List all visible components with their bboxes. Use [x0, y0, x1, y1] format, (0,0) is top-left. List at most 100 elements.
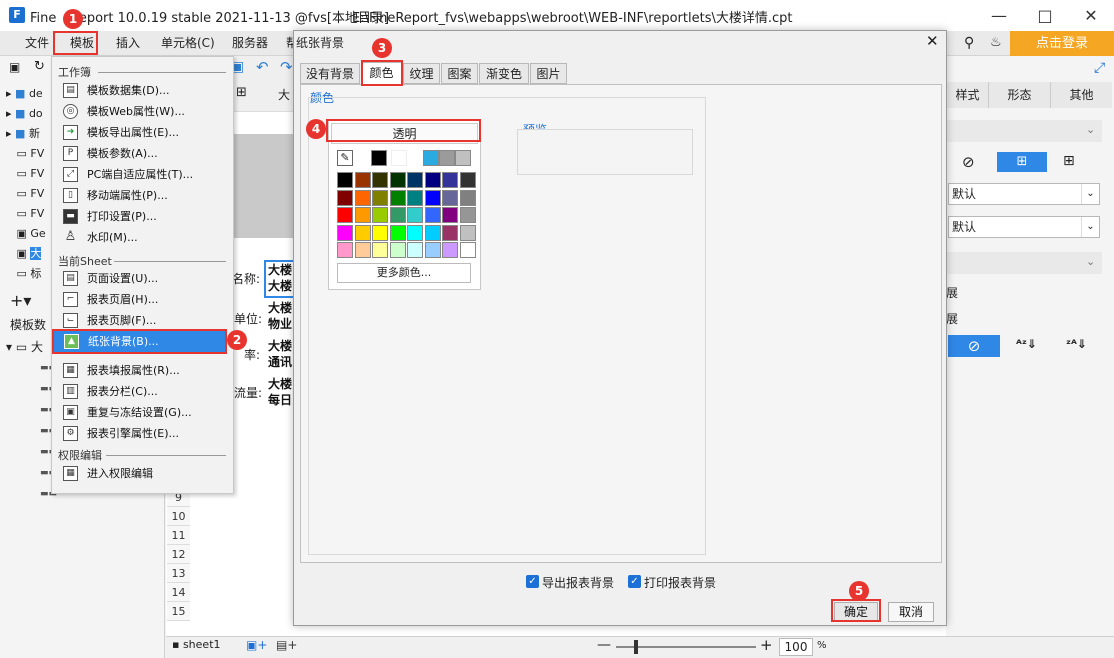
row-number[interactable]: 11 — [167, 526, 190, 545]
dataset-root[interactable]: ▾ ▭ 大 — [6, 338, 43, 355]
no-sort-icon[interactable]: ⊘ — [948, 335, 1000, 357]
color-swatch[interactable] — [354, 242, 371, 258]
color-swatch[interactable] — [372, 207, 388, 223]
color-swatch[interactable] — [389, 207, 406, 223]
zoom-slider-thumb[interactable] — [634, 640, 638, 654]
chevron-down-icon[interactable]: ⌄ — [1086, 255, 1095, 268]
menu-server[interactable]: 服务器 — [232, 31, 268, 56]
align-select[interactable]: 默认 ⌄ — [948, 216, 1100, 238]
menu-insert[interactable]: 插入 — [116, 31, 140, 56]
color-swatch[interactable] — [442, 207, 458, 223]
menu-item-freeze[interactable]: ▣ 重复与冻结设置(G)... — [52, 402, 233, 423]
minimize-button[interactable]: — — [976, 0, 1022, 31]
color-swatch[interactable] — [389, 189, 406, 206]
sort-asc-icon[interactable]: ᴬᶻ⇓ — [1016, 337, 1037, 351]
menu-item-footer[interactable]: ⌙ 报表页脚(F)... — [52, 310, 233, 331]
menu-item-columns[interactable]: ▥ 报表分栏(C)... — [52, 381, 233, 402]
menu-item-fill-attr[interactable]: ▦ 报表填报属性(R)... — [52, 360, 233, 381]
sheet-cell[interactable]: 大楼 通讯 — [268, 338, 292, 370]
undo-icon[interactable]: ↶ — [256, 58, 269, 76]
tree-item[interactable]: ▸ ■ de ▸ ■ do ▸ ■ 新 ▭ FV ▭ FV ▭ FV ▭ FV … — [6, 84, 46, 284]
color-swatch[interactable] — [407, 224, 423, 241]
style-select[interactable]: 默认 ⌄ — [948, 183, 1100, 205]
color-swatch[interactable] — [459, 207, 476, 223]
color-swatch[interactable] — [424, 242, 441, 258]
color-swatch[interactable] — [354, 207, 371, 223]
color-swatch[interactable] — [459, 224, 476, 241]
color-swatch[interactable] — [389, 242, 406, 258]
row-number[interactable]: 10 — [167, 507, 190, 526]
collapse-icon[interactable]: ⤢ — [1094, 60, 1105, 76]
menu-cell[interactable]: 单元格(C) — [161, 31, 215, 56]
color-swatch[interactable] — [459, 242, 476, 258]
dialog-close-icon[interactable]: ✕ — [926, 32, 939, 50]
export-bg-checkbox[interactable]: ✓ — [526, 575, 539, 588]
new-file-icon[interactable]: ▣ — [9, 60, 20, 74]
add-sheet-icon[interactable]: ▣+ — [246, 638, 267, 652]
add-sheet2-icon[interactable]: ▤+ — [276, 638, 297, 652]
tab-form[interactable]: 形态 — [988, 82, 1050, 108]
tab-other[interactable]: 其他 — [1050, 82, 1112, 108]
color-swatch[interactable] — [372, 224, 388, 241]
recent-color-swatch[interactable] — [439, 150, 455, 166]
color-swatch[interactable] — [442, 172, 458, 188]
color-swatch[interactable] — [424, 224, 441, 241]
search-icon[interactable]: ⚲ — [964, 35, 974, 51]
maximize-button[interactable]: □ — [1022, 0, 1068, 31]
color-swatch[interactable] — [337, 172, 353, 188]
add-dataset-icon[interactable]: +▾ — [10, 291, 31, 310]
cancel-button[interactable]: 取消 — [888, 602, 934, 622]
color-swatch[interactable] — [372, 172, 388, 188]
menu-file[interactable]: 文件 — [25, 31, 49, 56]
color-swatch[interactable] — [372, 189, 388, 206]
menu-item-export[interactable]: ➜ 模板导出属性(E)... — [52, 122, 233, 143]
menu-item-print[interactable]: ▬ 打印设置(P)... — [52, 206, 233, 227]
color-swatch[interactable] — [407, 207, 423, 223]
color-swatch[interactable] — [337, 189, 353, 206]
color-swatch[interactable] — [389, 224, 406, 241]
color-swatch[interactable] — [354, 224, 371, 241]
row-number[interactable]: 13 — [167, 564, 190, 583]
sheet-tab[interactable]: ▪ sheet1 — [172, 638, 221, 651]
tab-no-background[interactable]: 没有背景 — [300, 63, 360, 84]
tab-texture[interactable]: 纹理 — [403, 63, 440, 84]
tab-style[interactable]: 样式 — [946, 82, 988, 108]
color-swatch[interactable] — [354, 189, 371, 206]
tab-gradient[interactable]: 渐变色 — [479, 63, 529, 84]
bell-icon[interactable]: ♨ — [990, 35, 1002, 50]
tab-pattern[interactable]: 图案 — [441, 63, 478, 84]
menu-item-pc-adaptive[interactable]: ⤢ PC端自适应属性(T)... — [52, 164, 233, 185]
all-border-icon[interactable]: ⊞ — [997, 152, 1047, 172]
sort-desc-icon[interactable]: ᶻᴬ⇓ — [1066, 337, 1087, 351]
eyedropper-icon[interactable]: ✎ — [337, 150, 353, 166]
close-window-button[interactable]: ✕ — [1068, 0, 1114, 31]
sheet-cell[interactable]: 大楼 物业 — [268, 300, 292, 332]
redo-icon[interactable]: ↷ — [280, 58, 293, 76]
row-number[interactable]: 12 — [167, 545, 190, 564]
color-swatch[interactable] — [459, 172, 476, 188]
login-button[interactable]: 点击登录 — [1010, 31, 1114, 56]
menu-item-watermark[interactable]: ♙ 水印(M)... — [52, 227, 233, 248]
recent-color-swatch[interactable] — [371, 150, 387, 166]
sheet-cell[interactable]: 大楼 每日 — [268, 376, 292, 408]
no-border-icon[interactable]: ⊘ — [962, 153, 975, 171]
menu-item-params[interactable]: P 模板参数(A)... — [52, 143, 233, 164]
color-swatch[interactable] — [337, 242, 353, 258]
color-swatch[interactable] — [424, 172, 441, 188]
recent-color-swatch[interactable] — [423, 150, 439, 166]
print-bg-checkbox[interactable]: ✓ — [628, 575, 641, 588]
color-swatch[interactable] — [372, 242, 388, 258]
row-number[interactable]: 15 — [167, 602, 190, 621]
color-swatch[interactable] — [354, 172, 371, 188]
zoom-in-button[interactable]: + — [760, 636, 773, 654]
color-swatch[interactable] — [424, 189, 441, 206]
color-swatch[interactable] — [442, 224, 458, 241]
more-colors-button[interactable]: 更多颜色... — [337, 263, 471, 283]
color-swatch[interactable] — [424, 207, 441, 223]
color-swatch[interactable] — [337, 224, 353, 241]
menu-item-engine[interactable]: ⚙ 报表引擎属性(E)... — [52, 423, 233, 444]
color-swatch[interactable] — [389, 172, 406, 188]
color-swatch[interactable] — [407, 172, 423, 188]
zoom-input[interactable]: 100 — [779, 638, 813, 656]
color-swatch[interactable] — [407, 189, 423, 206]
